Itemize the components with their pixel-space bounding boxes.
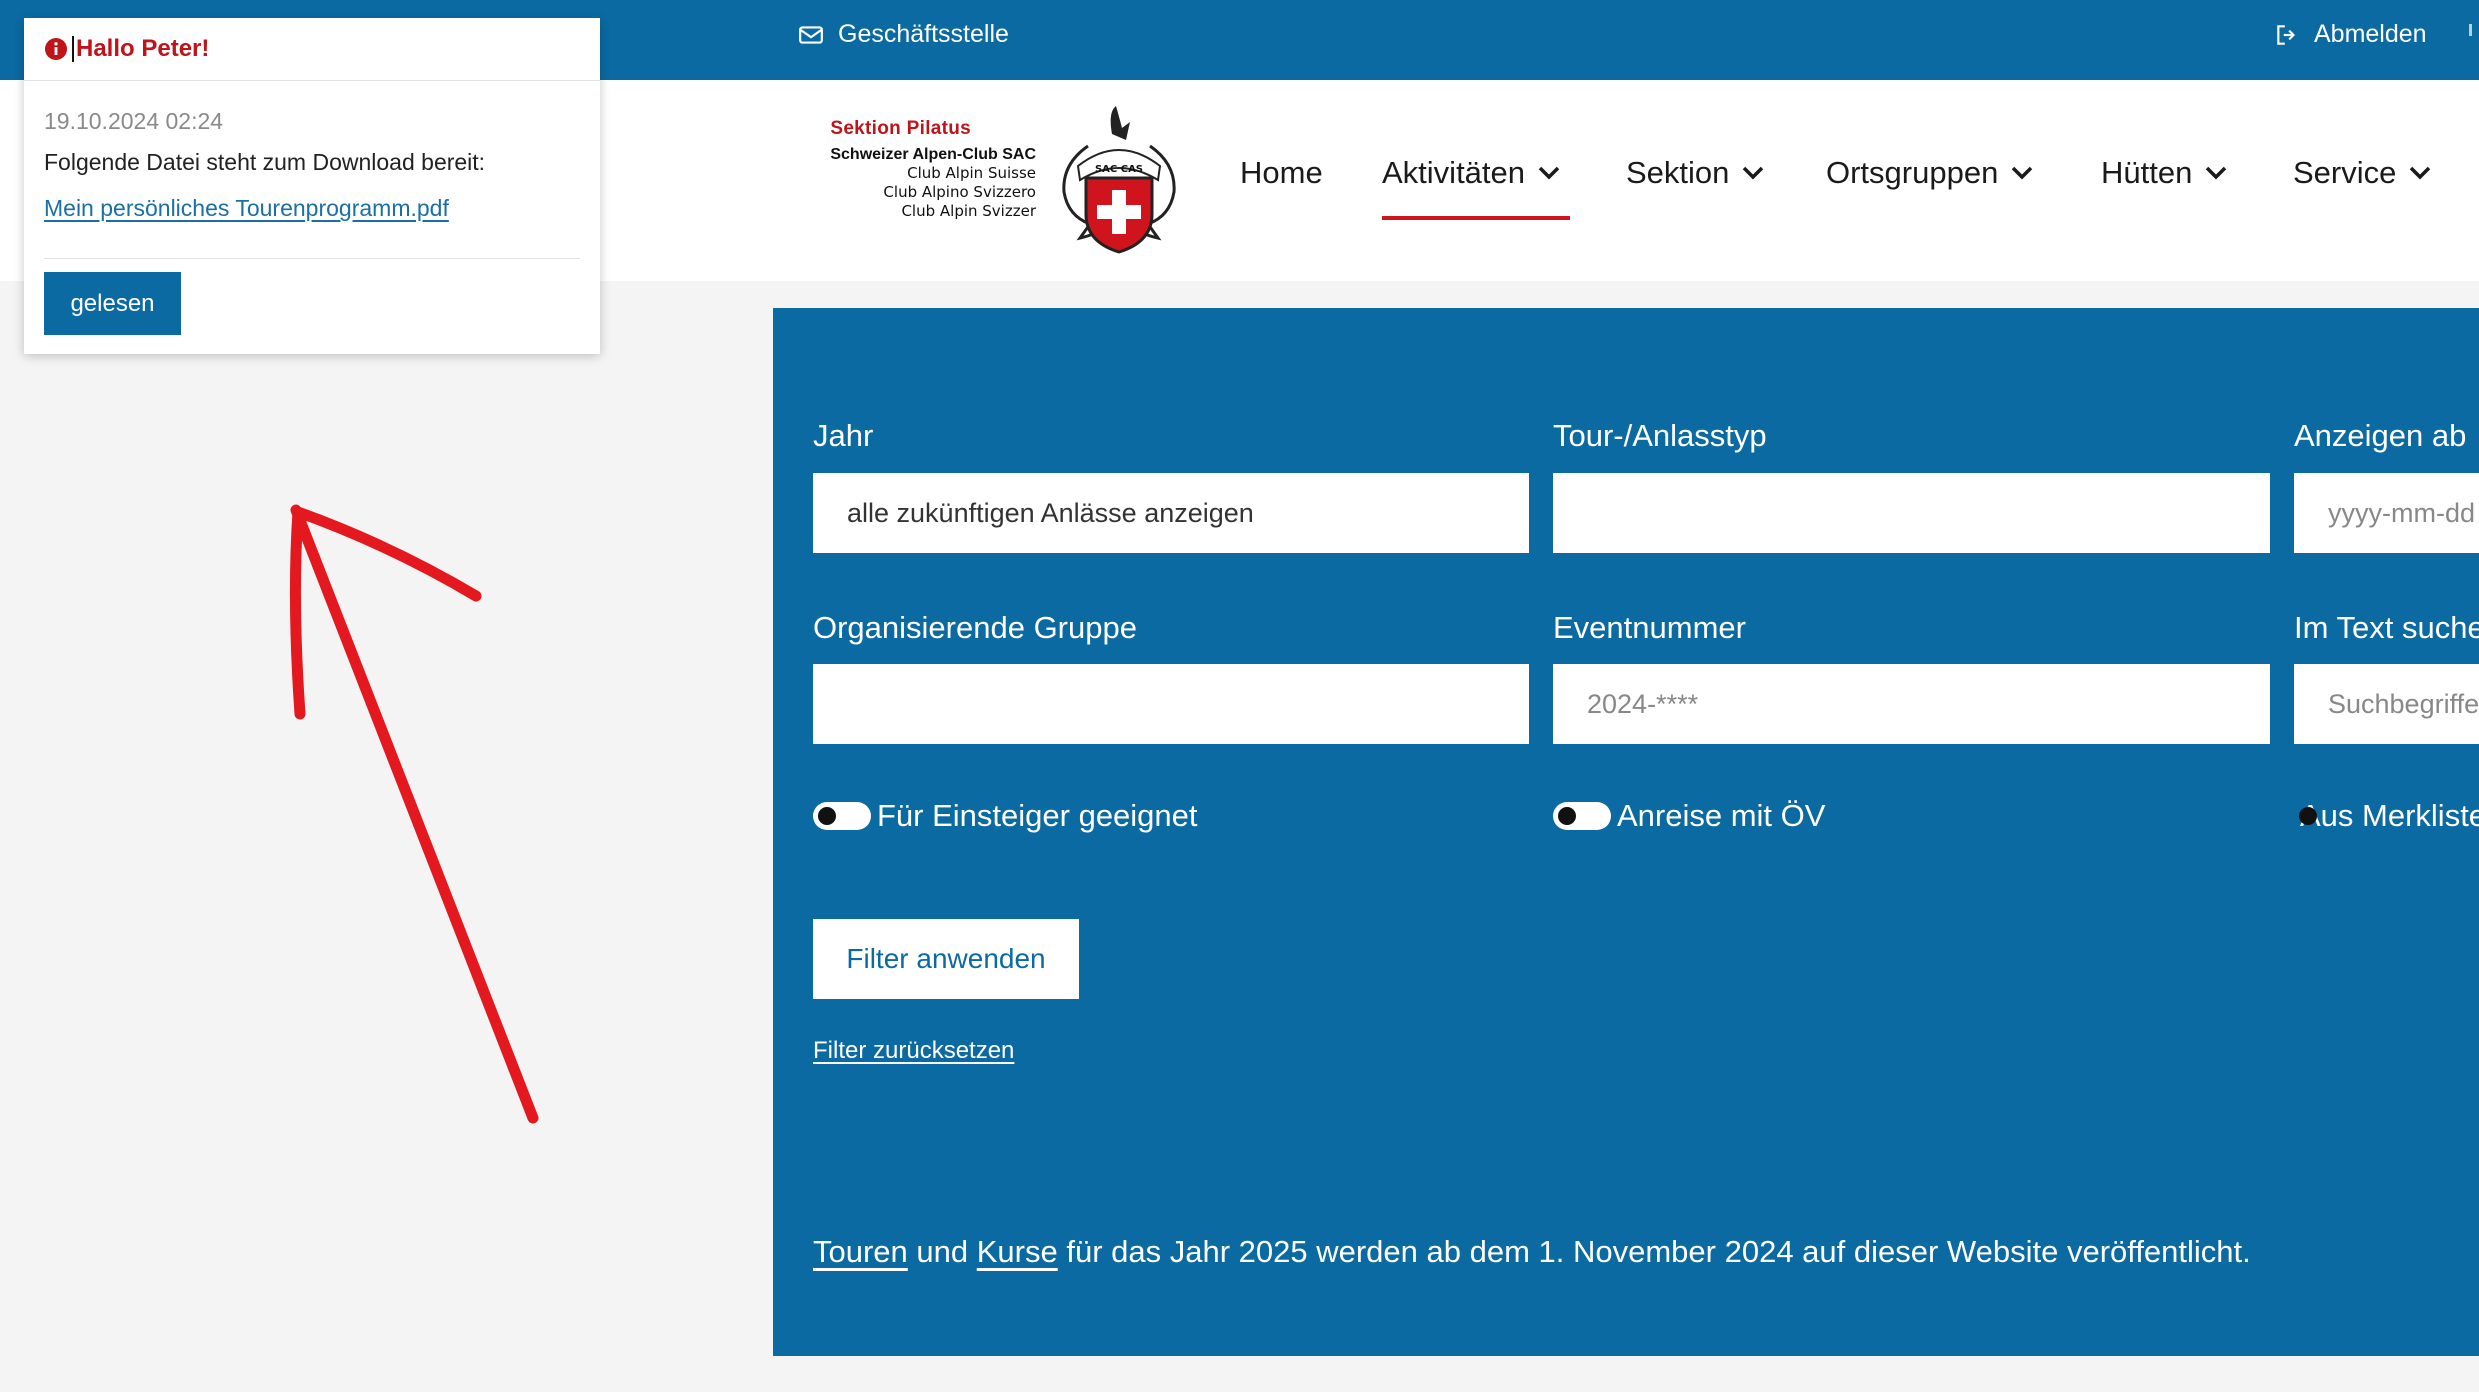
text-search-label: Im Text suchen	[2294, 610, 2479, 645]
tour-type-label: Tour-/Anlasstyp	[1553, 418, 1767, 453]
apply-filter-button[interactable]: Filter anwenden	[813, 919, 1079, 999]
reset-filter-link[interactable]: Filter zurücksetzen	[813, 1037, 1014, 1065]
topbar-cutoff-item	[2469, 24, 2472, 36]
chevron-down-icon	[2012, 166, 2033, 180]
text-search-input[interactable]: Suchbegriffe	[2294, 664, 2479, 744]
logo-line-2: Club Alpin Suisse	[907, 164, 1036, 182]
nav-service-label: Service	[2293, 155, 2397, 190]
logo-section-name: Sektion Pilatus	[830, 118, 972, 139]
toggle-switch[interactable]	[813, 802, 871, 830]
notice-text-rest: für das Jahr 2025 werden ab dem 1. Novem…	[1057, 1234, 2251, 1269]
publication-notice: Touren und Kurse für das Jahr 2025 werde…	[813, 1234, 2251, 1270]
mail-icon	[799, 25, 823, 44]
tour-type-select[interactable]	[1553, 473, 2270, 553]
notification-header: Hallo Peter!	[24, 18, 600, 81]
event-number-label: Eventnummer	[1553, 610, 1746, 645]
nav-huetten-label: Hütten	[2101, 155, 2193, 190]
nav-service[interactable]: Service	[2293, 155, 2432, 191]
nav-sektion-label: Sektion	[1626, 155, 1730, 190]
year-select[interactable]: alle zukünftigen Anlässe anzeigen	[813, 473, 1529, 553]
mark-read-button[interactable]: gelesen	[44, 272, 181, 335]
notification-divider	[44, 258, 580, 259]
nav-aktivitaeten[interactable]: Aktivitäten	[1382, 155, 1561, 191]
event-number-input[interactable]: 2024-****	[1553, 664, 2270, 744]
group-select[interactable]	[813, 664, 1529, 744]
notification-message: Folgende Datei steht zum Download bereit…	[44, 149, 486, 175]
year-label: Jahr	[813, 418, 874, 453]
nav-home[interactable]: Home	[1240, 155, 1323, 191]
group-label: Organisierende Gruppe	[813, 610, 1137, 645]
nav-home-label: Home	[1240, 155, 1323, 190]
bookmarks-toggle[interactable]: Aus Merkliste	[2294, 798, 2479, 834]
chevron-down-icon	[2206, 166, 2227, 180]
sac-emblem-icon: SAC CAS	[1062, 106, 1176, 254]
logout-label: Abmelden	[2314, 20, 2427, 48]
show-from-label: Anzeigen ab	[2294, 418, 2467, 453]
download-link[interactable]: Mein persönliches Tourenprogramm.pdf	[44, 195, 449, 222]
info-alert-icon	[45, 38, 67, 60]
logo-line-1: Schweizer Alpen-Club SAC	[830, 146, 1036, 163]
chevron-down-icon	[1538, 166, 1560, 180]
bookmarks-toggle-label: Aus Merkliste	[2300, 798, 2479, 833]
logout-icon	[2277, 24, 2296, 45]
text-cursor	[72, 36, 74, 62]
logo-line-3: Club Alpino Svizzero	[883, 183, 1036, 201]
nav-aktivitaeten-label: Aktivitäten	[1382, 155, 1526, 190]
public-transport-toggle-label: Anreise mit ÖV	[1617, 798, 1826, 833]
beginner-toggle-label: Für Einsteiger geeignet	[877, 798, 1198, 833]
nav-huetten[interactable]: Hütten	[2101, 155, 2228, 191]
logout-link[interactable]: Abmelden	[2274, 20, 2427, 49]
site-logo[interactable]: Sektion Pilatus Schweizer Alpen-Club SAC…	[812, 106, 1182, 256]
nav-active-indicator	[1382, 216, 1570, 220]
kurse-link[interactable]: Kurse	[977, 1234, 1058, 1269]
touren-link[interactable]: Touren	[813, 1234, 908, 1269]
chevron-down-icon	[2410, 166, 2431, 180]
nav-sektion[interactable]: Sektion	[1626, 155, 1765, 191]
show-from-date-input[interactable]: yyyy-mm-dd	[2294, 473, 2479, 553]
office-link[interactable]: Geschäftsstelle	[798, 20, 1009, 49]
notice-text-and: und	[907, 1234, 977, 1269]
chevron-down-icon	[1743, 166, 1764, 180]
logo-text: Sektion Pilatus Schweizer Alpen-Club SAC…	[830, 118, 1036, 221]
office-label: Geschäftsstelle	[838, 20, 1009, 48]
public-transport-toggle[interactable]: Anreise mit ÖV	[1553, 798, 1825, 834]
nav-ortsgruppen-label: Ortsgruppen	[1826, 155, 1999, 190]
emblem-text: SAC CAS	[1095, 164, 1143, 175]
notification-date: 19.10.2024 02:24	[44, 108, 224, 134]
logo-line-4: Club Alpin Svizzer	[901, 202, 1036, 220]
notification-title: Hallo Peter!	[76, 35, 210, 62]
toggle-switch[interactable]	[1553, 802, 1611, 830]
notification-popup: Hallo Peter! 19.10.2024 02:24 Folgende D…	[24, 18, 600, 354]
beginner-toggle[interactable]: Für Einsteiger geeignet	[813, 798, 1198, 834]
nav-ortsgruppen[interactable]: Ortsgruppen	[1826, 155, 2034, 191]
